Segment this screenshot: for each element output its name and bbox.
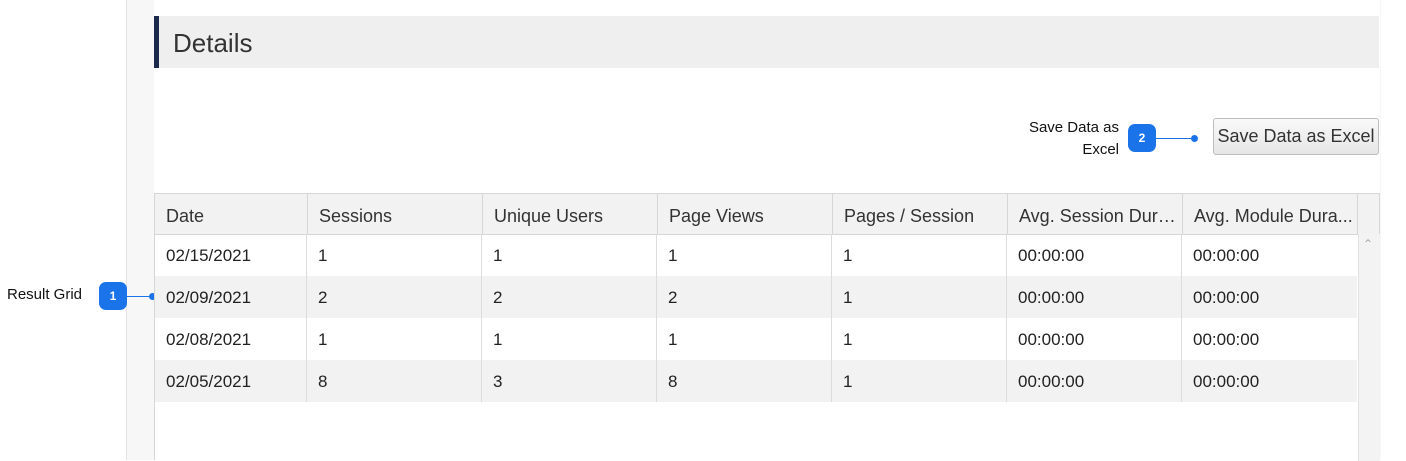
table-row[interactable]: 02/09/2021 2 2 2 1 00:00:00 00:00:00 <box>155 276 1357 318</box>
cell-avg-session-duration: 00:00:00 <box>1007 318 1182 360</box>
cell-avg-module-duration: 00:00:00 <box>1193 246 1260 265</box>
cell-page-views: 2 <box>657 276 832 318</box>
cell-avg-module-duration: 00:00:00 <box>1193 330 1260 349</box>
cell-date: 02/09/2021 <box>155 276 307 318</box>
column-header-unique-users[interactable]: Unique Users <box>483 194 658 234</box>
cell-date: 02/05/2021 <box>155 360 307 402</box>
grid-header: Date Sessions Unique Users Page Views Pa… <box>155 194 1379 235</box>
column-header-page-views[interactable]: Page Views <box>658 194 833 234</box>
cell-pages-per-session: 1 <box>832 276 1007 318</box>
column-header-spacer <box>1358 194 1379 234</box>
table-row[interactable]: 02/05/2021 8 3 8 1 00:00:00 00:00:00 <box>155 360 1357 402</box>
cell-page-views: 1 <box>657 234 832 276</box>
section-title: Details <box>173 28 253 58</box>
callout-result-grid-label: Result Grid <box>7 286 83 303</box>
column-header-date[interactable]: Date <box>155 194 308 234</box>
chevron-up-icon[interactable]: ⌃ <box>1363 238 1373 250</box>
column-header-pages-per-session[interactable]: Pages / Session <box>833 194 1008 234</box>
details-section-header: Details <box>154 16 1379 68</box>
callout-save-excel-line2: Excel <box>1082 141 1119 158</box>
cell-avg-session-duration: 00:00:00 <box>1007 234 1182 276</box>
cell-avg-module-duration: 00:00:00 <box>1193 372 1260 391</box>
grid-vertical-scrollbar[interactable]: ⌃ <box>1358 234 1380 461</box>
cell-page-views: 1 <box>657 318 832 360</box>
cell-unique-users: 3 <box>482 360 657 402</box>
callout-save-excel-line1: Save Data as <box>1028 119 1119 136</box>
cell-avg-session-duration: 00:00:00 <box>1007 276 1182 318</box>
cell-unique-users: 1 <box>482 234 657 276</box>
cell-avg-session-duration: 00:00:00 <box>1007 360 1182 402</box>
cell-unique-users: 1 <box>482 318 657 360</box>
callout-leader-line-2 <box>1156 138 1194 139</box>
callout-badge-2: 2 <box>1128 124 1156 152</box>
cell-date: 02/15/2021 <box>155 234 307 276</box>
callout-save-excel-label: Save Data as Excel <box>999 117 1119 161</box>
grid-body: 02/15/2021 1 1 1 1 00:00:00 00:00:00 02/… <box>155 234 1357 402</box>
cell-sessions: 1 <box>307 234 482 276</box>
save-excel-button[interactable]: Save Data as Excel <box>1213 118 1379 155</box>
column-header-avg-session-duration[interactable]: Avg. Session Dura... <box>1008 194 1183 234</box>
result-grid: Date Sessions Unique Users Page Views Pa… <box>154 193 1380 461</box>
column-header-avg-module-duration[interactable]: Avg. Module Dura... <box>1183 194 1358 234</box>
cell-pages-per-session: 1 <box>832 360 1007 402</box>
cell-pages-per-session: 1 <box>832 234 1007 276</box>
callout-badge-1: 1 <box>99 282 127 310</box>
callout-dot-2 <box>1191 135 1198 142</box>
cell-sessions: 1 <box>307 318 482 360</box>
table-row[interactable]: 02/08/2021 1 1 1 1 00:00:00 00:00:00 <box>155 318 1357 360</box>
column-header-sessions[interactable]: Sessions <box>308 194 483 234</box>
cell-pages-per-session: 1 <box>832 318 1007 360</box>
cell-page-views: 8 <box>657 360 832 402</box>
cell-unique-users: 2 <box>482 276 657 318</box>
cell-sessions: 2 <box>307 276 482 318</box>
table-row[interactable]: 02/15/2021 1 1 1 1 00:00:00 00:00:00 <box>155 234 1357 276</box>
cell-date: 02/08/2021 <box>155 318 307 360</box>
cell-sessions: 8 <box>307 360 482 402</box>
cell-avg-module-duration: 00:00:00 <box>1193 288 1260 307</box>
